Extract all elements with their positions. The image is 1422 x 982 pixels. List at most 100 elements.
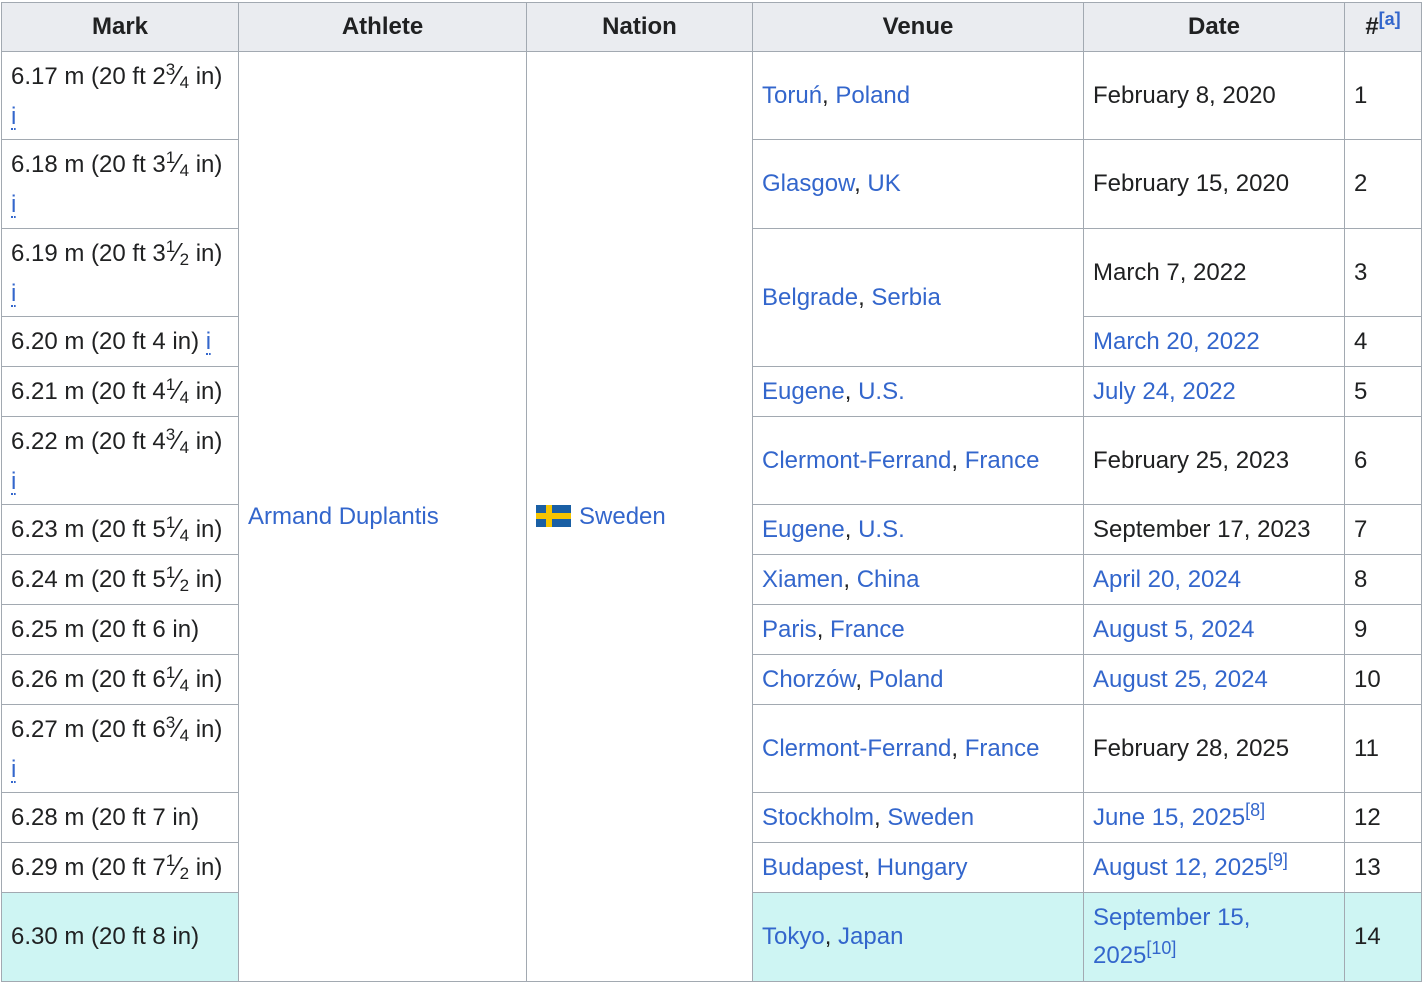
reference-link[interactable]: [8] [1245, 800, 1265, 820]
venue-city-link[interactable]: Eugene [762, 516, 845, 543]
date-cell: February 15, 2020 [1083, 139, 1345, 229]
mark-value: 6.26 m (20 ft 6 [11, 665, 166, 693]
mark-cell: 6.18 m (20 ft 31⁄4 in) i [1, 139, 239, 229]
venue-country-link[interactable]: Japan [838, 923, 903, 950]
venue-country-link[interactable]: U.S. [858, 516, 905, 543]
fraction-denominator: 4 [179, 675, 190, 695]
venue-city-link[interactable]: Clermont-Ferrand [762, 447, 951, 474]
date-link[interactable]: August 12, 2025 [1093, 854, 1268, 881]
venue-city-link[interactable]: Eugene [762, 378, 845, 405]
mark-value: 6.23 m (20 ft 5 [11, 515, 166, 543]
venue-country-link[interactable]: Sweden [887, 804, 974, 831]
reference-link[interactable]: [10] [1146, 938, 1176, 958]
column-header-mark[interactable]: Mark [1, 2, 239, 52]
date-cell: August 12, 2025[9] [1083, 842, 1345, 893]
date-link[interactable]: March 20, 2022 [1093, 328, 1260, 355]
date-link[interactable]: September 15, 2025 [1093, 904, 1250, 969]
venue-city-link[interactable]: Glasgow [762, 170, 854, 197]
mark-fraction: 1⁄4 [166, 512, 190, 545]
venue-city-link[interactable]: Tokyo [762, 923, 825, 950]
venue-separator: , [816, 615, 831, 643]
mark-value: 6.19 m (20 ft 3 [11, 239, 166, 267]
table-header-row: Mark Athlete Nation Venue Date #[a] [1, 2, 1422, 52]
date-link[interactable]: April 20, 2024 [1093, 566, 1241, 593]
fraction-numerator: 1 [165, 148, 176, 167]
nation-cell: Sweden [526, 51, 753, 982]
mark-value: 6.25 m (20 ft 6 in) [11, 615, 200, 643]
venue-country-link[interactable]: Poland [869, 666, 944, 693]
fraction-denominator: 4 [179, 72, 190, 92]
venue-city-link[interactable]: Chorzów [762, 666, 855, 693]
date-link[interactable]: July 24, 2022 [1093, 378, 1236, 405]
nation-link[interactable]: Sweden [579, 503, 666, 530]
venue-city-link[interactable]: Belgrade [762, 284, 858, 311]
date-cell: February 28, 2025 [1083, 704, 1345, 793]
venue-cell: Chorzów, Poland [752, 654, 1084, 705]
venue-country-link[interactable]: Poland [835, 82, 910, 109]
mark-value: 6.30 m (20 ft 8 in) [11, 923, 200, 950]
record-number: 6 [1354, 446, 1368, 474]
mark-unit: in) [189, 565, 223, 593]
info-link[interactable]: i [11, 469, 17, 495]
info-link[interactable]: i [11, 193, 17, 218]
column-header-date[interactable]: Date [1083, 2, 1345, 52]
venue-country-link[interactable]: France [965, 735, 1040, 762]
venue-country-link[interactable]: UK [867, 170, 900, 197]
record-number: 7 [1354, 515, 1368, 543]
venue-city-link[interactable]: Paris [762, 616, 817, 643]
venue-city-link[interactable]: Toruń [762, 82, 822, 109]
info-link[interactable]: i [205, 329, 212, 355]
venue-city-link[interactable]: Xiamen [762, 566, 843, 593]
record-number-cell: 12 [1344, 792, 1422, 843]
venue-country-link[interactable]: Hungary [877, 854, 968, 881]
fraction-denominator: 2 [179, 863, 190, 883]
mark-fraction: 3⁄4 [166, 712, 189, 745]
venue-cell: Clermont-Ferrand, France [752, 704, 1084, 793]
date-cell: February 25, 2023 [1083, 416, 1345, 505]
fraction-slash: ⁄ [175, 712, 180, 743]
date-link[interactable]: August 5, 2024 [1093, 616, 1254, 643]
date-link[interactable]: August 25, 2024 [1093, 666, 1268, 693]
athlete-link[interactable]: Armand Duplantis [248, 503, 439, 530]
date-text: February 8, 2020 [1093, 81, 1276, 109]
venue-city-link[interactable]: Budapest [762, 854, 863, 881]
info-link[interactable]: i [11, 757, 17, 783]
column-header-athlete[interactable]: Athlete [238, 2, 527, 52]
column-header-nation[interactable]: Nation [526, 2, 753, 52]
mark-fraction: 1⁄2 [166, 563, 189, 595]
mark-unit: in) [189, 151, 223, 178]
fraction-slash: ⁄ [175, 512, 180, 543]
info-link[interactable]: i [11, 281, 17, 307]
venue-separator: , [951, 734, 965, 762]
info-link[interactable]: i [11, 104, 17, 130]
venue-country-link[interactable]: France [965, 447, 1040, 474]
mark-value: 6.28 m (20 ft 7 in) [11, 803, 200, 831]
record-number: 11 [1354, 734, 1379, 762]
column-header-venue[interactable]: Venue [752, 2, 1084, 52]
venue-country-link[interactable]: France [830, 616, 905, 643]
venue-country-link[interactable]: U.S. [858, 378, 905, 405]
fraction-denominator: 4 [179, 387, 190, 407]
mark-fraction: 1⁄2 [166, 851, 190, 883]
record-number: 9 [1354, 615, 1368, 643]
date-link[interactable]: June 15, 2025 [1093, 804, 1245, 831]
mark-fraction: 1⁄4 [165, 148, 189, 180]
date-text: September 17, 2023 [1093, 515, 1311, 543]
venue-country-link[interactable]: China [857, 566, 920, 593]
mark-unit: in) [189, 665, 223, 693]
record-number: 3 [1354, 258, 1368, 286]
footnote-a-link[interactable]: [a] [1379, 9, 1401, 29]
venue-country-link[interactable]: Serbia [871, 284, 940, 311]
reference-link[interactable]: [9] [1268, 850, 1288, 870]
sweden-flag-icon [536, 504, 571, 527]
mark-value: 6.17 m (20 ft 2 [11, 62, 166, 90]
column-header-number[interactable]: #[a] [1344, 2, 1422, 52]
mark-unit: in) [189, 239, 223, 267]
date-cell: September 17, 2023 [1083, 504, 1345, 555]
venue-cell: Glasgow, UK [752, 139, 1084, 229]
venue-city-link[interactable]: Stockholm [762, 804, 874, 831]
fraction-denominator: 4 [179, 525, 190, 545]
date-cell: August 5, 2024 [1083, 604, 1345, 655]
venue-city-link[interactable]: Clermont-Ferrand [762, 735, 951, 762]
date-cell: March 20, 2022 [1083, 316, 1345, 367]
